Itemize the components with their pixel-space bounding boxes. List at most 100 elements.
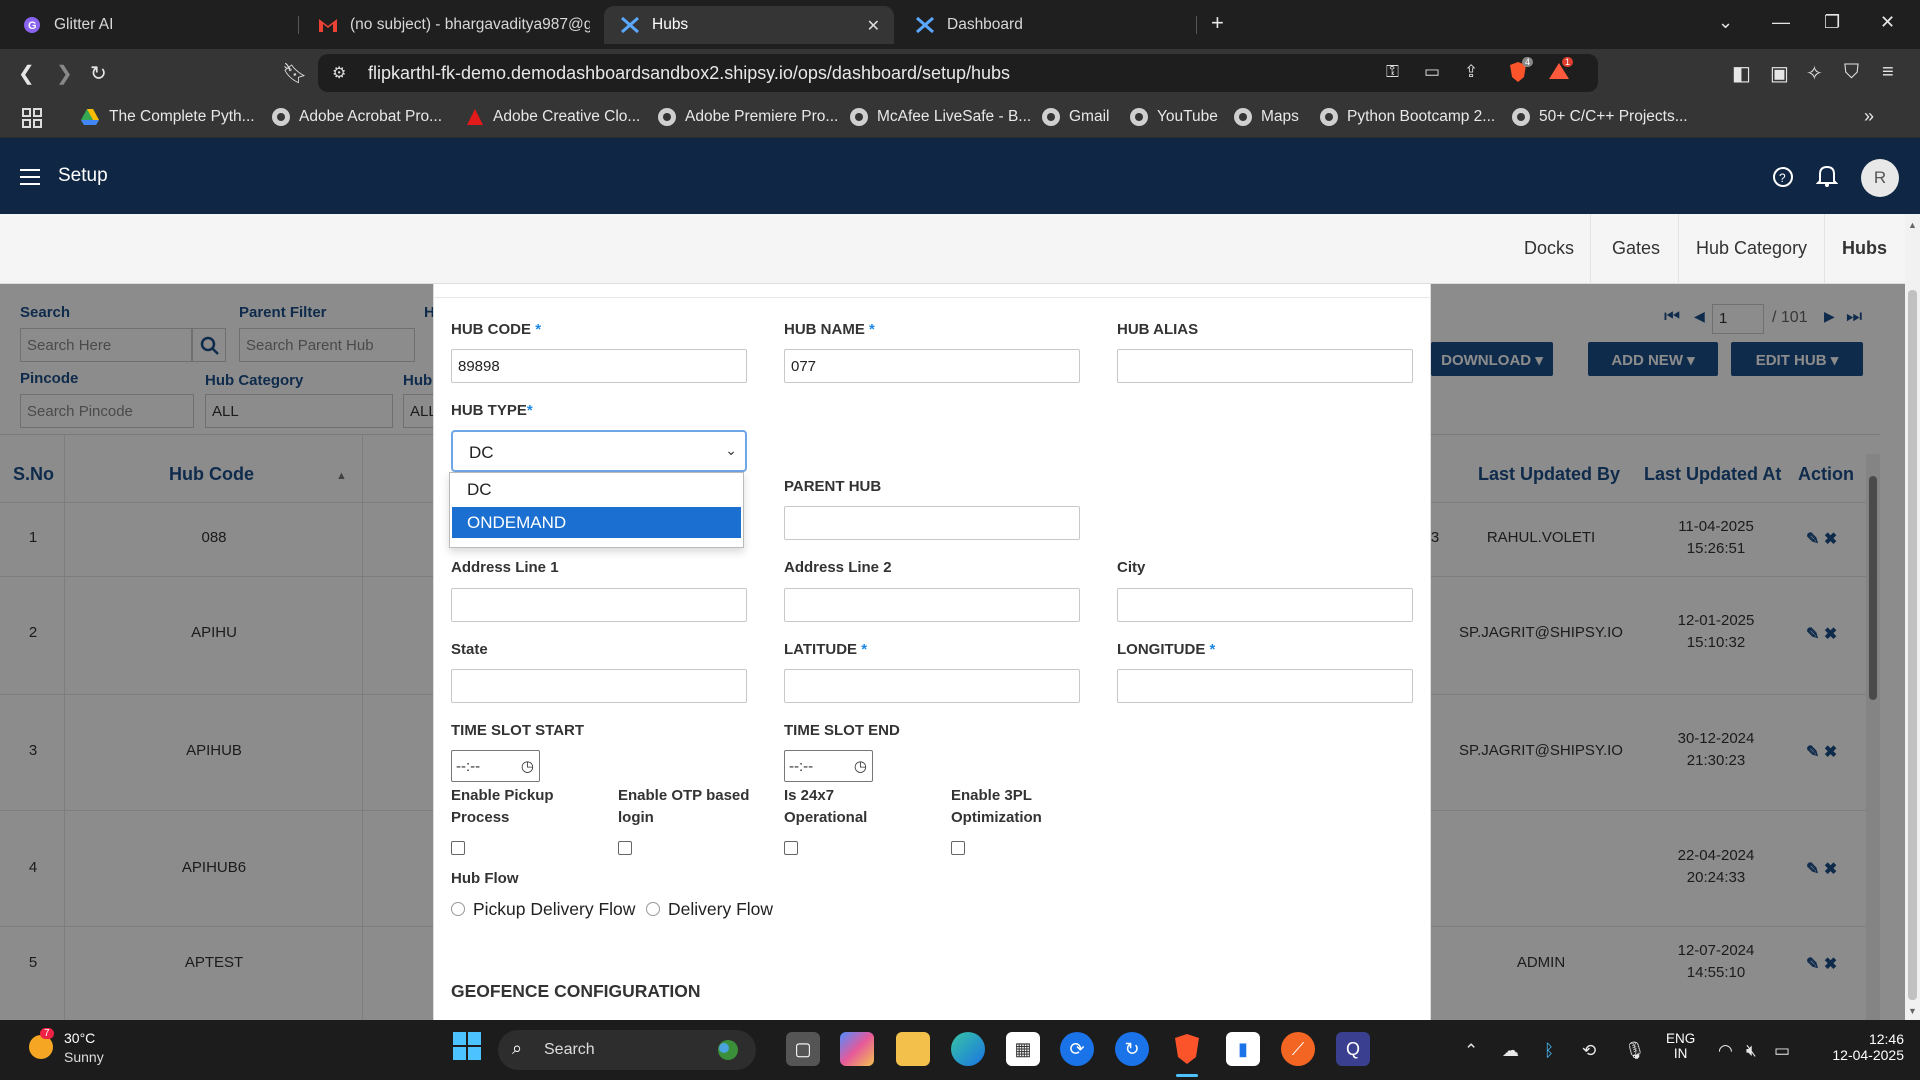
- bookmark-item[interactable]: 50+ C/C++ Projects...: [1512, 108, 1688, 126]
- enable-3pl-checkbox[interactable]: [951, 841, 965, 855]
- app-icon[interactable]: ↻: [1115, 1032, 1149, 1066]
- clock[interactable]: 12:46 12-04-2025: [1818, 1031, 1904, 1063]
- start-windows-icon[interactable]: [452, 1031, 482, 1066]
- hub-name-input[interactable]: 077: [784, 349, 1080, 383]
- edge-icon[interactable]: [951, 1032, 985, 1066]
- hub-type-option-dc[interactable]: DC: [452, 474, 741, 505]
- avatar[interactable]: R: [1861, 159, 1899, 197]
- bookmark-item[interactable]: Gmail: [1042, 108, 1109, 126]
- address-bar[interactable]: ⚙︎ flipkarthl-fk-demo.demodashboardsandb…: [318, 54, 1598, 92]
- brave-browser-icon[interactable]: [1170, 1032, 1204, 1066]
- address-line-1-input[interactable]: [451, 588, 747, 622]
- scroll-up-icon[interactable]: ▲: [1908, 220, 1917, 230]
- hub-type-option-ondemand[interactable]: ONDEMAND: [452, 507, 741, 538]
- forward-icon[interactable]: ❯: [56, 61, 73, 86]
- file-explorer-icon[interactable]: [896, 1032, 930, 1066]
- longitude-input[interactable]: [1117, 669, 1413, 703]
- tab-hubs[interactable]: Hubs ✕: [604, 6, 894, 44]
- app-icon[interactable]: ⟳: [1060, 1032, 1094, 1066]
- back-icon[interactable]: ❮: [18, 61, 35, 86]
- menu-icon[interactable]: ≡: [1882, 61, 1894, 84]
- more-bookmarks-icon[interactable]: »: [1864, 106, 1874, 127]
- chevron-up-icon[interactable]: ⌃: [1464, 1041, 1478, 1061]
- share-icon[interactable]: ⇪: [1464, 62, 1478, 82]
- apps-icon[interactable]: [22, 108, 42, 128]
- close-icon[interactable]: ✕: [867, 16, 880, 36]
- key-icon[interactable]: ⚿: [1386, 62, 1399, 82]
- url-text[interactable]: flipkarthl-fk-demo.demodashboardsandbox2…: [368, 63, 1010, 84]
- bookmark-item[interactable]: Python Bootcamp 2...: [1320, 108, 1495, 126]
- tab-gates[interactable]: Gates: [1612, 238, 1660, 259]
- pickup-delivery-flow-radio[interactable]: [451, 902, 465, 916]
- bookmark-item[interactable]: The Complete Pyth...: [80, 108, 255, 126]
- tab-hub-category[interactable]: Hub Category: [1696, 238, 1807, 259]
- enable-pickup-checkbox[interactable]: [451, 841, 465, 855]
- latitude-input[interactable]: [784, 669, 1080, 703]
- hamburger-menu-icon[interactable]: [20, 169, 40, 190]
- bluetooth-icon[interactable]: ᛒ: [1544, 1041, 1554, 1061]
- hub-type-select[interactable]: DC ⌄: [451, 430, 747, 472]
- page-scrollbar[interactable]: ▲ ▼: [1905, 214, 1920, 1020]
- minimize-icon[interactable]: —: [1772, 12, 1790, 33]
- clock-icon[interactable]: ◷: [854, 757, 867, 775]
- vpn-icon[interactable]: ⛉: [1844, 61, 1859, 84]
- brave-rewards-icon[interactable]: 1: [1548, 57, 1574, 86]
- app-icon[interactable]: ⟋: [1281, 1032, 1315, 1066]
- bookmark-item[interactable]: Maps: [1234, 108, 1299, 126]
- delivery-flow-radio[interactable]: [646, 902, 660, 916]
- bookmark-item[interactable]: Adobe Acrobat Pro...: [272, 108, 442, 126]
- tab-glitter-ai[interactable]: G Glitter AI: [6, 6, 296, 44]
- hub-code-input[interactable]: 89898: [451, 349, 747, 383]
- state-input[interactable]: [451, 669, 747, 703]
- copilot-icon[interactable]: [840, 1032, 874, 1066]
- tab-dashboard[interactable]: Dashboard: [899, 6, 1195, 44]
- app-icon[interactable]: Q: [1336, 1032, 1370, 1066]
- wifi-icon[interactable]: ◠: [1718, 1041, 1733, 1061]
- clock-icon[interactable]: ◷: [521, 757, 534, 775]
- time-slot-end-input[interactable]: --:-- ◷: [784, 750, 873, 782]
- pickup-delivery-flow-label[interactable]: Pickup Delivery Flow: [473, 899, 635, 920]
- tab-docks[interactable]: Docks: [1524, 238, 1574, 259]
- app-icon[interactable]: ▮: [1226, 1032, 1260, 1066]
- is-24x7-checkbox[interactable]: [784, 841, 798, 855]
- leo-ai-icon[interactable]: ✧: [1806, 61, 1823, 86]
- tab-list-chevron-icon[interactable]: ⌄: [1718, 12, 1733, 33]
- microphone-icon[interactable]: 🎙︎: [1624, 1041, 1646, 1061]
- page-scrollbar-thumb[interactable]: [1908, 290, 1917, 1000]
- restore-icon[interactable]: ❐: [1824, 12, 1840, 33]
- brave-shield-icon[interactable]: 4: [1508, 57, 1534, 88]
- task-view-icon[interactable]: ▢: [786, 1032, 820, 1066]
- weather-widget[interactable]: 7 30°C Sunny: [26, 1028, 104, 1065]
- enable-otp-checkbox[interactable]: [618, 841, 632, 855]
- new-tab-icon[interactable]: +: [1211, 10, 1224, 36]
- city-input[interactable]: [1117, 588, 1413, 622]
- bookmark-item[interactable]: YouTube: [1130, 108, 1218, 126]
- parent-hub-input[interactable]: [784, 506, 1080, 540]
- bookmark-item[interactable]: Adobe Premiere Pro...: [658, 108, 838, 126]
- battery-icon[interactable]: ▭: [1774, 1041, 1790, 1061]
- delivery-flow-label[interactable]: Delivery Flow: [668, 899, 773, 920]
- scroll-down-icon[interactable]: ▼: [1908, 1006, 1917, 1016]
- wallet-icon[interactable]: ▣: [1770, 61, 1789, 86]
- onedrive-icon[interactable]: ☁: [1502, 1041, 1519, 1061]
- time-slot-start-input[interactable]: --:-- ◷: [451, 750, 540, 782]
- tab-hubs[interactable]: Hubs: [1842, 238, 1887, 259]
- bookmark-item[interactable]: McAfee LiveSafe - B...: [850, 108, 1031, 126]
- tab-gmail[interactable]: (no subject) - bhargavaditya987@g: [302, 6, 598, 44]
- site-settings-icon[interactable]: ⚙︎: [332, 63, 346, 83]
- help-icon[interactable]: ?: [1772, 166, 1794, 193]
- bookmark-icon[interactable]: 🔖︎: [282, 61, 307, 86]
- notification-bell-icon[interactable]: [1815, 164, 1839, 193]
- sidebar-icon[interactable]: ◧: [1732, 61, 1751, 86]
- window-close-icon[interactable]: ✕: [1880, 12, 1895, 33]
- volume-mute-icon[interactable]: 🔇︎: [1746, 1041, 1757, 1061]
- taskbar-search[interactable]: ⌕ Search: [498, 1030, 756, 1070]
- cast-icon[interactable]: ▭: [1424, 62, 1440, 82]
- sync-icon[interactable]: ⟲: [1582, 1041, 1596, 1061]
- language-indicator[interactable]: ENG IN: [1666, 1031, 1695, 1061]
- reload-icon[interactable]: ↻: [90, 61, 107, 86]
- bookmark-item[interactable]: Adobe Creative Clo...: [466, 108, 640, 126]
- address-line-2-input[interactable]: [784, 588, 1080, 622]
- store-icon[interactable]: ▦: [1006, 1032, 1040, 1066]
- hub-alias-input[interactable]: [1117, 349, 1413, 383]
